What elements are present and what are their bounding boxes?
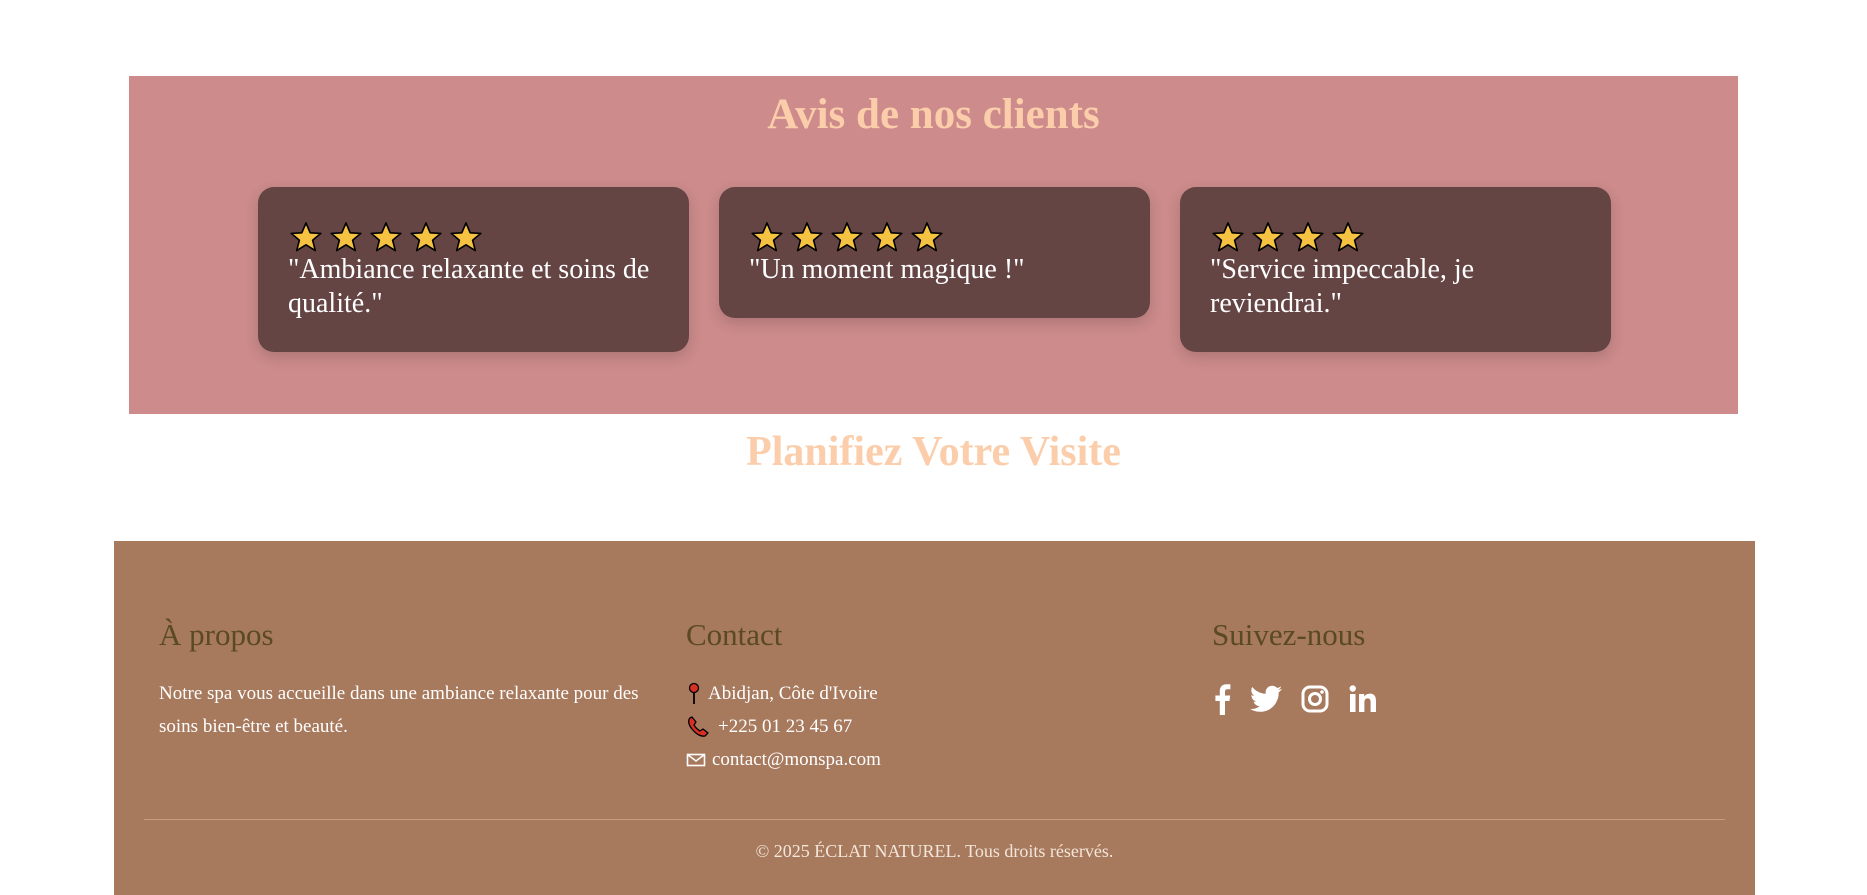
star-icon [450, 222, 482, 252]
star-icon [791, 222, 823, 252]
review-quote: "Service impeccable, je reviendrai." [1210, 254, 1475, 319]
email-link[interactable]: contact@monspa.com [712, 749, 881, 771]
contact-heading: Contact [686, 617, 783, 652]
review-card: "Un moment magique !" [719, 187, 1150, 318]
copyright-text: © 2025 ÉCLAT NATUREL. Tous droits réserv… [755, 841, 1114, 861]
about-heading: À propos [159, 617, 274, 652]
phone-icon [688, 715, 709, 737]
star-icon [370, 222, 402, 252]
star-icon [831, 222, 863, 252]
about-text: Notre spa vous accueille dans une ambian… [159, 683, 639, 737]
reviews-title: Avis de nos clients [767, 91, 1100, 138]
star-icon [751, 222, 783, 252]
facebook-icon[interactable] [1212, 683, 1232, 715]
footer: À propos Notre spa vous accueille dans u… [114, 541, 1755, 895]
social-heading: Suivez-nous [1212, 617, 1366, 652]
star-icon [1252, 222, 1284, 252]
footer-contact: Contact Abidjan, Côte d'Ivoire +225 01 2… [686, 615, 1166, 776]
star-icon [290, 222, 322, 252]
contact-phone: +225 01 23 45 67 [686, 710, 1166, 743]
footer-divider [144, 819, 1725, 820]
contact-address: Abidjan, Côte d'Ivoire [686, 677, 1166, 710]
star-icon [410, 222, 442, 252]
address-text: Abidjan, Côte d'Ivoire [708, 682, 878, 704]
star-icon [911, 222, 943, 252]
envelope-icon [686, 753, 706, 766]
review-quote: "Ambiance relaxante et soins de qualité.… [288, 254, 650, 319]
star-rating [288, 221, 659, 253]
star-rating [1210, 221, 1581, 253]
reviews-section: Avis de nos clients "Ambiance relaxante … [129, 76, 1738, 414]
phone-text[interactable]: +225 01 23 45 67 [718, 716, 852, 738]
star-icon [1292, 222, 1324, 252]
footer-social: Suivez-nous [1212, 615, 1692, 715]
star-icon [871, 222, 903, 252]
linkedin-icon[interactable] [1348, 684, 1378, 714]
instagram-icon[interactable] [1300, 684, 1330, 714]
review-quote: "Un moment magique !" [749, 254, 1025, 285]
visit-title: Planifiez Votre Visite [746, 429, 1121, 475]
footer-about: À propos Notre spa vous accueille dans u… [159, 615, 639, 743]
contact-email: contact@monspa.com [686, 743, 1166, 776]
review-card: "Service impeccable, je reviendrai." [1180, 187, 1611, 352]
twitter-icon[interactable] [1250, 685, 1282, 713]
review-card: "Ambiance relaxante et soins de qualité.… [258, 187, 689, 352]
star-rating [749, 221, 1120, 253]
pushpin-icon [688, 682, 700, 704]
star-icon [330, 222, 362, 252]
star-icon [1332, 222, 1364, 252]
star-icon [1212, 222, 1244, 252]
